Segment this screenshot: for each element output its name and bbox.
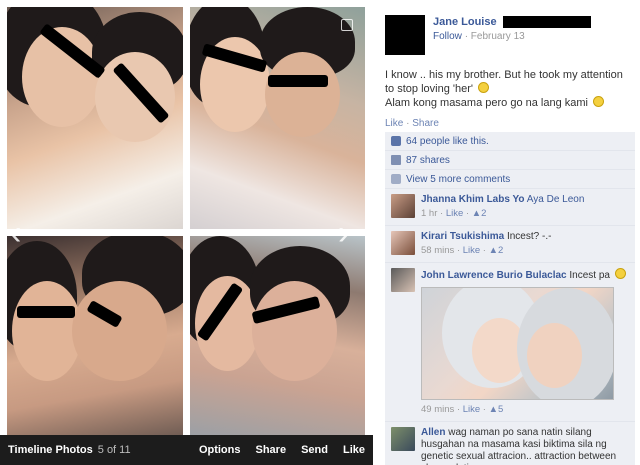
thumbs-up-icon: ▲ — [471, 208, 482, 219]
options-button[interactable]: Options — [199, 444, 241, 456]
commenter-name[interactable]: Kirari Tsukishima — [421, 231, 504, 242]
confused-emoji-icon — [614, 268, 626, 279]
post-panel: Jane Louise Follow · February 13 I know … — [378, 0, 640, 465]
commenter-name[interactable]: Jhanna Khim Labs Yo — [421, 194, 525, 205]
comment-item: Allen wag naman po sana natin silang hus… — [385, 422, 635, 465]
avatar[interactable] — [391, 268, 415, 292]
name-redaction — [502, 16, 591, 28]
comment-text: Incest? -.- — [506, 231, 552, 242]
comment-text: Incest pa — [569, 270, 610, 281]
comment-like-link[interactable]: Like — [446, 208, 463, 219]
likes-count[interactable]: 64 people like this. — [406, 136, 489, 147]
post-caption: I know .. his my brother. But he took my… — [385, 68, 635, 110]
likes-row[interactable]: 64 people like this. — [385, 132, 635, 151]
shares-count[interactable]: 87 shares — [406, 155, 450, 166]
caption-line-2: Alam kong masama pero go na lang kami — [385, 97, 588, 109]
post-date[interactable]: February 13 — [471, 31, 525, 42]
photo-collage-top-right — [190, 7, 365, 229]
view-more-comments[interactable]: View 5 more comments — [406, 174, 510, 185]
thumbs-up-icon — [391, 136, 401, 146]
feedback-box: 64 people like this. 87 shares View 5 mo… — [385, 132, 635, 465]
view-more-row[interactable]: View 5 more comments — [385, 170, 635, 189]
photo-count: 5 of 11 — [97, 444, 131, 456]
comment-time[interactable]: 1 hr — [421, 208, 437, 219]
commenter-name[interactable]: John Lawrence Burio Bulaclac — [421, 270, 567, 281]
comment-item: Kirari Tsukishima Incest? -.- 58 mins · … — [385, 226, 635, 263]
post-author: Jane Louise Follow · February 13 — [385, 15, 591, 55]
follow-link[interactable]: Follow — [433, 31, 462, 42]
like-button[interactable]: Like — [343, 444, 365, 456]
comment-attached-image[interactable] — [421, 287, 614, 400]
comment-like-count[interactable]: 5 — [498, 404, 503, 415]
photo-viewer-bar: Timeline Photos 5 of 11 Options Share Se… — [0, 435, 373, 465]
comment-item: Jhanna Khim Labs Yo Aya De Leon 1 hr · L… — [385, 189, 635, 226]
avatar[interactable] — [385, 15, 425, 55]
photo-collage-bottom-left — [7, 236, 183, 438]
previous-photo-arrow-icon[interactable]: ‹ — [10, 216, 21, 250]
comment-like-count[interactable]: 2 — [498, 245, 503, 256]
like-link[interactable]: Like — [385, 118, 403, 129]
share-button[interactable]: Share — [256, 444, 287, 456]
thumbs-up-icon: ▲ — [488, 245, 499, 256]
smile-emoji-icon — [478, 82, 490, 93]
comment-like-link[interactable]: Like — [463, 245, 480, 256]
send-button[interactable]: Send — [301, 444, 328, 456]
comment-icon — [391, 174, 401, 184]
caption-line-1: I know .. his my brother. But he took my… — [385, 69, 623, 95]
post-actions: Like · Share — [385, 118, 439, 129]
avatar[interactable] — [391, 194, 415, 218]
photo-stage: ‹ › Timeline Photos 5 of 11 Options Shar… — [0, 0, 373, 465]
comment-item: John Lawrence Burio Bulaclac Incest pa 4… — [385, 263, 635, 422]
share-link[interactable]: Share — [412, 118, 439, 129]
comment-text: wag naman po sana natin silang husgahan … — [421, 427, 617, 465]
comment-time[interactable]: 58 mins — [421, 245, 454, 256]
comment-text[interactable]: Aya De Leon — [527, 194, 585, 205]
comment-time[interactable]: 49 mins — [421, 404, 454, 415]
expand-icon[interactable] — [341, 19, 353, 31]
thumbs-up-icon: ▲ — [488, 404, 499, 415]
comment-like-link[interactable]: Like — [463, 404, 480, 415]
comment-like-count[interactable]: 2 — [481, 208, 486, 219]
commenter-name[interactable]: Allen — [421, 427, 445, 438]
album-title[interactable]: Timeline Photos — [8, 444, 93, 456]
photo-collage-top-left — [7, 7, 183, 229]
author-name[interactable]: Jane Louise — [433, 16, 497, 28]
avatar[interactable] — [391, 427, 415, 451]
shares-row[interactable]: 87 shares — [385, 151, 635, 170]
photo-collage-bottom-right — [190, 236, 365, 438]
next-photo-arrow-icon[interactable]: › — [338, 216, 349, 250]
share-icon — [391, 155, 401, 165]
avatar[interactable] — [391, 231, 415, 255]
smile-emoji-icon — [593, 96, 605, 107]
